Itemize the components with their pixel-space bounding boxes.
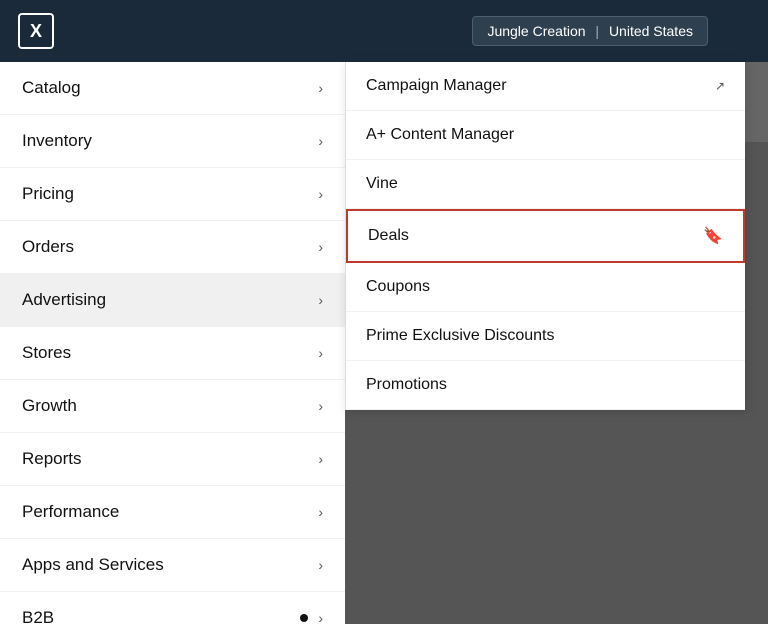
sidebar-item-stores[interactable]: Stores › xyxy=(0,327,345,380)
chevron-right: › xyxy=(318,451,323,467)
store-badge[interactable]: Jungle Creation | United States xyxy=(472,16,708,46)
region: United States xyxy=(609,23,693,39)
sidebar-item-label: Apps and Services xyxy=(22,555,164,575)
dot-indicator xyxy=(300,614,308,622)
chevron-right: › xyxy=(318,239,323,255)
chevron-right: › xyxy=(318,557,323,573)
submenu-item-label: Promotions xyxy=(366,376,447,394)
submenu-item-label: A+ Content Manager xyxy=(366,126,514,144)
submenu-item-campaign-manager[interactable]: Campaign Manager ↗ xyxy=(346,62,745,111)
sidebar-item-b2b[interactable]: B2B › xyxy=(0,592,345,624)
submenu-item-label: Vine xyxy=(366,175,398,193)
menu-items-list: Catalog › Inventory › Pricing › Orders ›… xyxy=(0,62,345,624)
chevron-right-icon: › xyxy=(318,610,323,624)
submenu-item-promotions[interactable]: Promotions xyxy=(346,361,745,410)
advertising-submenu: Campaign Manager ↗ A+ Content Manager Vi… xyxy=(345,62,745,410)
close-icon: X xyxy=(30,21,42,42)
chevron-right-icon: › xyxy=(318,451,323,467)
sidebar-item-performance[interactable]: Performance › xyxy=(0,486,345,539)
submenu-item-label: Coupons xyxy=(366,278,430,296)
chevron-right-icon: › xyxy=(318,80,323,96)
chevron-right-icon: › xyxy=(318,345,323,361)
sidebar-item-advertising[interactable]: Advertising › xyxy=(0,274,345,327)
submenu-item-coupons[interactable]: Coupons xyxy=(346,263,745,312)
sidebar-item-inventory[interactable]: Inventory › xyxy=(0,115,345,168)
submenu-item-label: Campaign Manager xyxy=(366,77,507,95)
chevron-right-icon: › xyxy=(318,239,323,255)
sidebar-item-label: Growth xyxy=(22,396,77,416)
submenu-item-deals[interactable]: Deals 🔖 xyxy=(346,209,745,263)
sidebar-item-label: Pricing xyxy=(22,184,74,204)
sidebar-item-label: Performance xyxy=(22,502,119,522)
submenu-item-label: Deals xyxy=(368,227,409,245)
sidebar-item-label: B2B xyxy=(22,608,54,624)
sidebar-item-apps-and-services[interactable]: Apps and Services › xyxy=(0,539,345,592)
sidebar: X Catalog › Inventory › Pricing › Orders… xyxy=(0,0,345,624)
chevron-right-icon: › xyxy=(318,504,323,520)
sidebar-item-label: Catalog xyxy=(22,78,81,98)
sidebar-item-label: Advertising xyxy=(22,290,106,310)
submenu-item-prime-exclusive-discounts[interactable]: Prime Exclusive Discounts xyxy=(346,312,745,361)
chevron-right-icon: › xyxy=(318,292,323,308)
sidebar-header: X xyxy=(0,0,345,62)
close-button[interactable]: X xyxy=(18,13,54,49)
chevron-right: › xyxy=(318,80,323,96)
chevron-right: › xyxy=(318,133,323,149)
submenu-item-aplus-content-manager[interactable]: A+ Content Manager xyxy=(346,111,745,160)
sidebar-item-label: Stores xyxy=(22,343,71,363)
chevron-right-icon: › xyxy=(318,186,323,202)
sidebar-item-label: Orders xyxy=(22,237,74,257)
sidebar-item-pricing[interactable]: Pricing › xyxy=(0,168,345,221)
chevron-right-icon: › xyxy=(318,133,323,149)
chevron-right: › xyxy=(318,186,323,202)
sidebar-item-reports[interactable]: Reports › xyxy=(0,433,345,486)
external-link-icon: ↗ xyxy=(715,79,725,93)
submenu-item-label: Prime Exclusive Discounts xyxy=(366,327,555,345)
sidebar-item-growth[interactable]: Growth › xyxy=(0,380,345,433)
chevron-right: › xyxy=(318,398,323,414)
sidebar-item-label: Reports xyxy=(22,449,82,469)
sidebar-item-catalog[interactable]: Catalog › xyxy=(0,62,345,115)
sidebar-item-orders[interactable]: Orders › xyxy=(0,221,345,274)
b2b-right: › xyxy=(300,610,323,624)
submenu-item-vine[interactable]: Vine xyxy=(346,160,745,209)
store-name: Jungle Creation xyxy=(487,23,585,39)
chevron-right-icon: › xyxy=(318,398,323,414)
chevron-right: › xyxy=(318,292,323,308)
chevron-right-icon: › xyxy=(318,557,323,573)
chevron-right: › xyxy=(318,504,323,520)
bookmark-icon: 🔖 xyxy=(703,226,723,246)
separator: | xyxy=(595,23,599,39)
chevron-right: › xyxy=(318,345,323,361)
sidebar-item-label: Inventory xyxy=(22,131,92,151)
